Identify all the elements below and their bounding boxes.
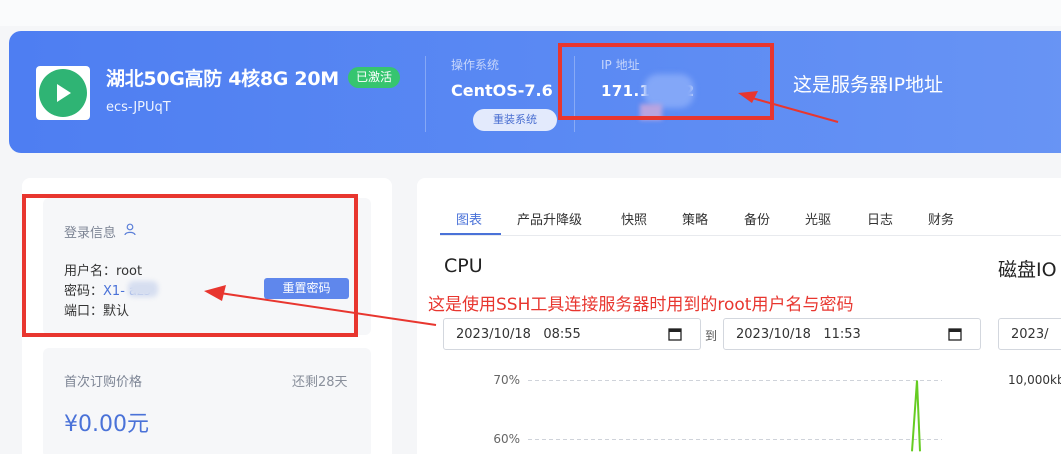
ssh-annotation-text: 这是使用SSH工具连接服务器时用到的root用户名与密码	[428, 295, 854, 315]
active-tab-indicator	[440, 233, 501, 235]
tab-policy[interactable]: 策略	[682, 209, 708, 228]
os-value: CentOS-7.6	[451, 81, 553, 100]
tab-charts[interactable]: 图表	[456, 209, 482, 228]
cpu-chart-title: CPU	[444, 255, 483, 277]
remaining-days: 还剩28天	[292, 375, 348, 390]
tab-snapshot[interactable]: 快照	[621, 209, 647, 228]
cpu-series-line	[911, 380, 921, 452]
tab-divider	[440, 235, 1061, 236]
tab-logs[interactable]: 日志	[867, 209, 893, 228]
instance-id: ecs-JPUqT	[106, 100, 171, 115]
disk-y-tick-label: 10,000kb	[1008, 373, 1061, 387]
calendar-icon[interactable]	[668, 327, 682, 341]
status-badge: 已激活	[348, 67, 401, 88]
reinstall-button[interactable]: 重装系统	[473, 109, 557, 131]
ip-annotation-text: 这是服务器IP地址	[793, 74, 944, 96]
ip-highlight-box	[558, 43, 774, 120]
top-strip	[0, 0, 1061, 26]
disk-date-from-input[interactable]: 2023/	[998, 318, 1061, 350]
tab-finance[interactable]: 财务	[928, 209, 954, 228]
tab-backup[interactable]: 备份	[744, 209, 770, 228]
play-icon	[57, 84, 71, 102]
login-highlight-box	[22, 194, 358, 337]
server-app-icon	[36, 66, 90, 120]
price-card	[43, 348, 371, 454]
price-label: 首次订购价格	[64, 375, 143, 390]
os-label: 操作系统	[451, 58, 500, 72]
disk-date-from-value: 2023/	[1011, 327, 1049, 342]
server-name: 湖北50G高防 4核8G 20M	[106, 68, 339, 90]
calendar-icon[interactable]	[948, 327, 962, 341]
date-from-value: 2023/10/18 08:55	[456, 327, 581, 342]
price-value: ¥0.00元	[64, 412, 149, 437]
tab-cdrom[interactable]: 光驱	[805, 209, 831, 228]
tab-upgrade[interactable]: 产品升降级	[517, 209, 582, 228]
date-range-separator: 到	[705, 329, 718, 343]
cpu-chart	[528, 380, 942, 452]
date-to-value: 2023/10/18 11:53	[736, 327, 861, 342]
banner-divider-1	[425, 56, 426, 132]
disk-io-chart-title: 磁盘IO	[998, 259, 1057, 281]
date-to-input[interactable]: 2023/10/18 11:53	[723, 318, 981, 350]
date-from-input[interactable]: 2023/10/18 08:55	[443, 318, 701, 350]
